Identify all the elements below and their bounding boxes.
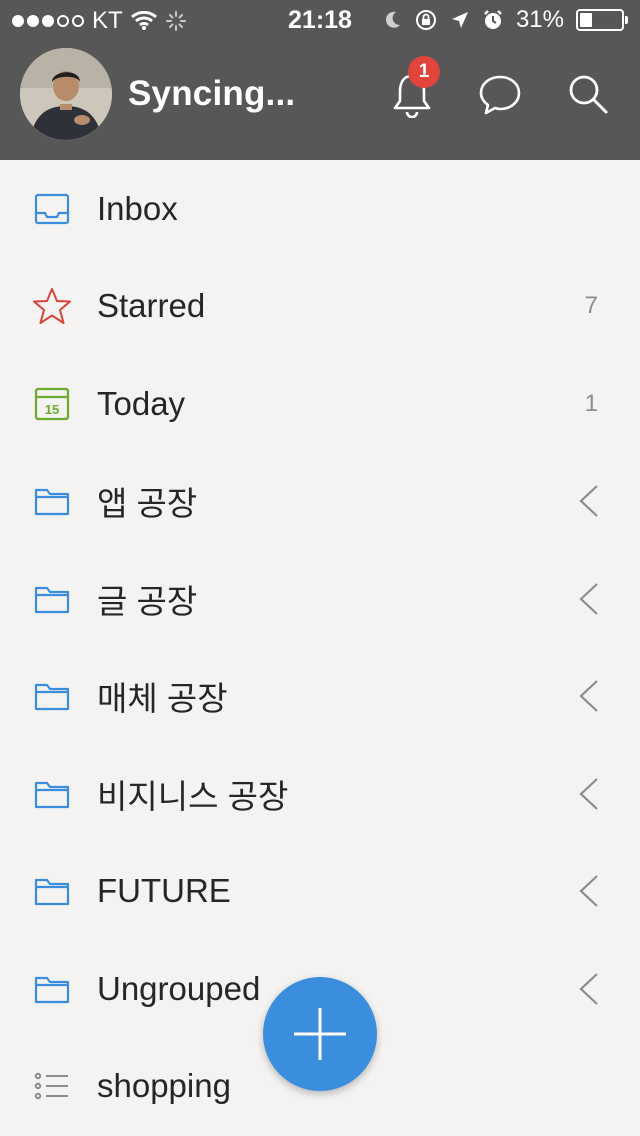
add-list-button[interactable] <box>263 977 377 1091</box>
list-item-folder[interactable]: 비지니스 공장 <box>0 745 640 843</box>
list-item-folder[interactable]: FUTURE <box>0 843 640 941</box>
notification-badge: 1 <box>408 56 440 88</box>
list-item-label: Inbox <box>97 189 178 227</box>
list-item-label: shopping <box>97 1067 231 1105</box>
folder-icon <box>32 871 72 911</box>
status-bar: KT 21:18 31% <box>0 0 640 40</box>
folder-icon <box>32 774 72 814</box>
list-item-folder[interactable]: 글 공장 <box>0 550 640 648</box>
chat-bubble-icon <box>479 75 521 115</box>
messages-button[interactable] <box>472 62 528 126</box>
battery-level-fill <box>580 13 593 27</box>
chevron-left-icon[interactable] <box>578 582 600 616</box>
chevron-left-icon[interactable] <box>578 972 600 1006</box>
inbox-icon <box>32 189 72 229</box>
chevron-left-icon[interactable] <box>578 777 600 811</box>
search-icon <box>569 75 608 114</box>
plus-icon <box>294 1008 346 1060</box>
list-icon <box>32 1066 72 1106</box>
folder-icon <box>32 579 72 619</box>
list-item-label: Today <box>97 384 186 422</box>
list-item-today[interactable]: 15 Today 1 <box>0 355 640 453</box>
search-button[interactable] <box>560 62 616 126</box>
folder-icon <box>32 481 72 521</box>
battery-icon <box>576 9 628 31</box>
calendar-day-number: 15 <box>45 402 59 417</box>
list-item-label: 글 공장 <box>97 582 198 620</box>
list-item-label: Starred <box>97 287 206 325</box>
calendar-icon: 15 <box>32 384 72 424</box>
item-count: 1 <box>584 389 598 417</box>
alarm-icon <box>484 10 502 29</box>
list-item-folder[interactable]: 매체 공장 <box>0 648 640 746</box>
moon-icon <box>385 11 400 28</box>
list-item-inbox[interactable]: Inbox <box>0 160 640 258</box>
list-item-label: FUTURE <box>97 872 231 910</box>
item-count: 7 <box>584 292 598 320</box>
star-icon <box>32 286 72 326</box>
app-header: KT 21:18 31% Syncing... 1 <box>0 0 640 160</box>
list-item-label: 앱 공장 <box>97 485 198 523</box>
folder-icon <box>32 676 72 716</box>
list-item-folder[interactable]: 앱 공장 <box>0 453 640 551</box>
chevron-left-icon[interactable] <box>578 484 600 518</box>
folder-icon <box>32 969 72 1009</box>
account-name[interactable]: Syncing... <box>128 74 295 114</box>
rotation-lock-icon <box>415 10 436 30</box>
list-item-label: Ungrouped <box>97 969 261 1007</box>
list-item-label: 비지니스 공장 <box>97 777 289 815</box>
chevron-left-icon[interactable] <box>578 874 600 908</box>
battery-percent: 31% <box>515 6 564 33</box>
location-arrow-icon <box>451 12 468 28</box>
chevron-left-icon[interactable] <box>578 679 600 713</box>
list-item-starred[interactable]: Starred 7 <box>0 258 640 356</box>
avatar[interactable] <box>20 48 112 140</box>
list-item-label: 매체 공장 <box>97 680 228 718</box>
